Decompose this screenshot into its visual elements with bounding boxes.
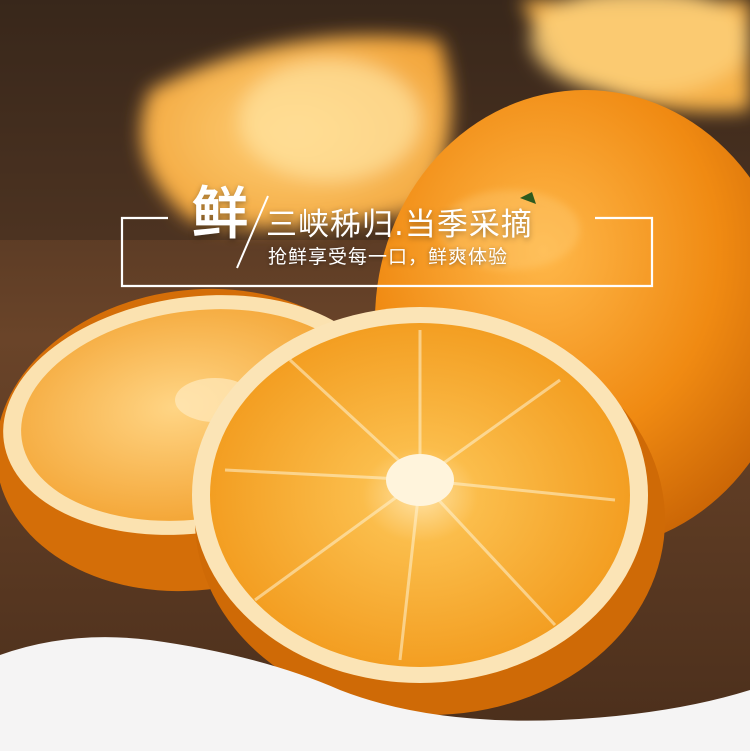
orange-photo <box>0 0 750 751</box>
headline: 三峡秭归.当季采摘 <box>266 207 533 243</box>
subheadline: 抢鲜享受每一口，鲜爽体验 <box>268 246 509 268</box>
fresh-big-character: 鲜 <box>192 181 248 247</box>
